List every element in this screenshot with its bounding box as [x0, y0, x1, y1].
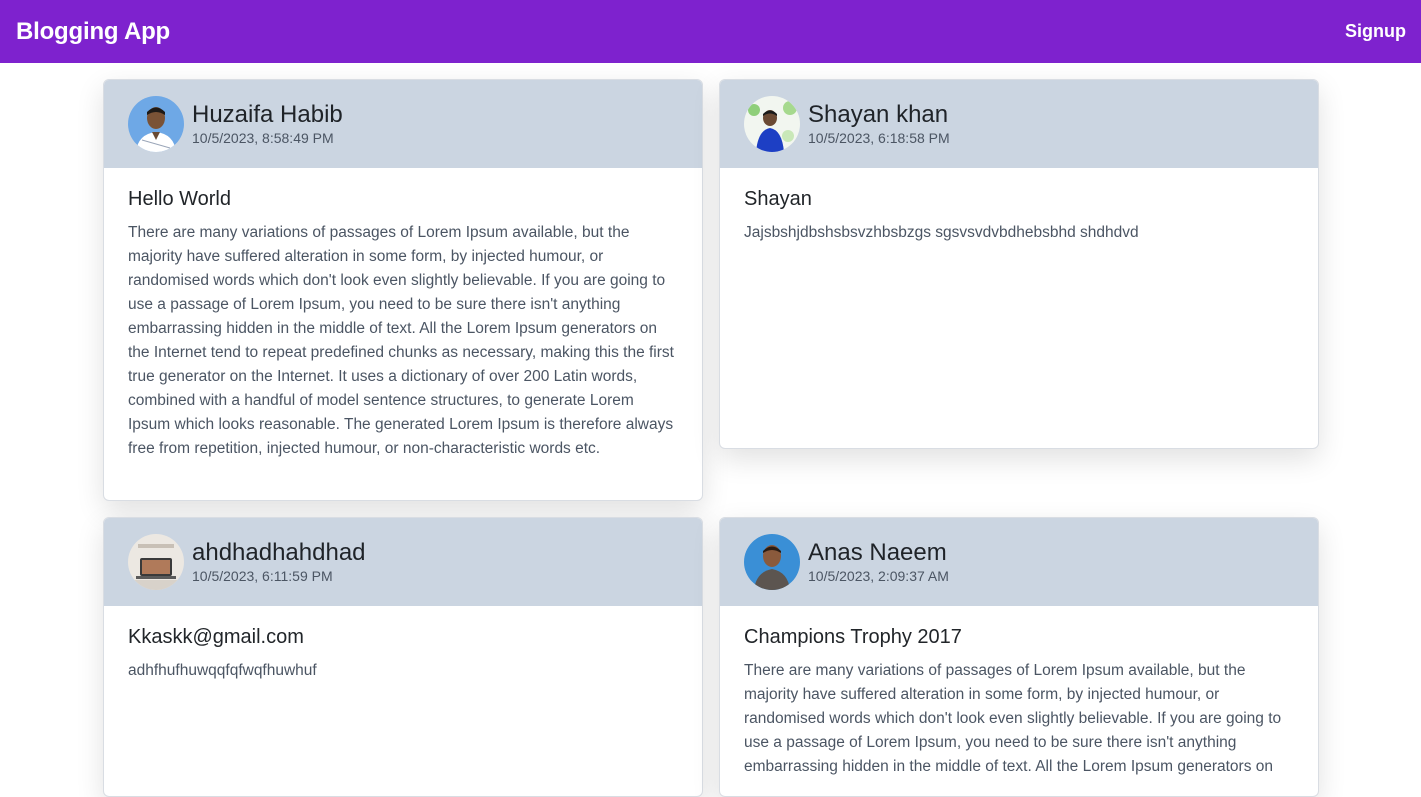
post-title: Hello World [128, 188, 231, 210]
post-body: Shayan Jajsbshjdbshsbsvzhbsbzgs sgsvsvdv… [720, 168, 1318, 261]
post-header: Shayan khan 10/5/2023, 6:18:58 PM [720, 80, 1318, 168]
post-title: Kkaskk@gmail.com [128, 626, 304, 648]
post-card: Shayan khan 10/5/2023, 6:18:58 PM Shayan… [719, 79, 1319, 449]
navbar: Blogging App Signup [0, 0, 1421, 63]
post-header: Anas Naeem 10/5/2023, 2:09:37 AM [720, 518, 1318, 606]
avatar [744, 534, 800, 590]
avatar [128, 534, 184, 590]
post-text: Jajsbshjdbshsbsvzhbsbzgs sgsvsvdvbdhebsb… [744, 224, 1139, 241]
avatar [128, 96, 184, 152]
post-body: Champions Trophy 2017 There are many var… [720, 606, 1318, 795]
post-author: Anas Naeem [808, 539, 947, 566]
post-date: 10/5/2023, 6:18:58 PM [808, 130, 950, 146]
post-date: 10/5/2023, 6:11:59 PM [192, 568, 333, 584]
post-title: Champions Trophy 2017 [744, 626, 962, 648]
signup-link[interactable]: Signup [1345, 21, 1406, 42]
post-text: There are many variations of passages of… [128, 224, 674, 457]
post-card: Anas Naeem 10/5/2023, 2:09:37 AM Champio… [719, 517, 1319, 797]
app-brand[interactable]: Blogging App [16, 18, 170, 46]
post-text: adhfhufhuwqqfqfwqfhuwhuf [128, 662, 317, 679]
avatar [744, 96, 800, 152]
post-header: ahdhadhahdhad 10/5/2023, 6:11:59 PM [104, 518, 702, 606]
post-card: ahdhadhahdhad 10/5/2023, 6:11:59 PM Kkas… [103, 517, 703, 797]
post-date: 10/5/2023, 8:58:49 PM [192, 130, 334, 146]
post-author: ahdhadhahdhad [192, 539, 366, 566]
post-text: There are many variations of passages of… [744, 662, 1282, 775]
post-title: Shayan [744, 188, 812, 210]
post-header: Huzaifa Habib 10/5/2023, 8:58:49 PM [104, 80, 702, 168]
post-author: Huzaifa Habib [192, 101, 343, 128]
post-author: Shayan khan [808, 101, 949, 128]
post-body: Hello World There are many variations of… [104, 168, 702, 477]
post-card: Huzaifa Habib 10/5/2023, 8:58:49 PM Hell… [103, 79, 703, 501]
post-date: 10/5/2023, 2:09:37 AM [808, 568, 949, 584]
post-body: Kkaskk@gmail.com adhfhufhuwqqfqfwqfhuwhu… [104, 606, 702, 699]
